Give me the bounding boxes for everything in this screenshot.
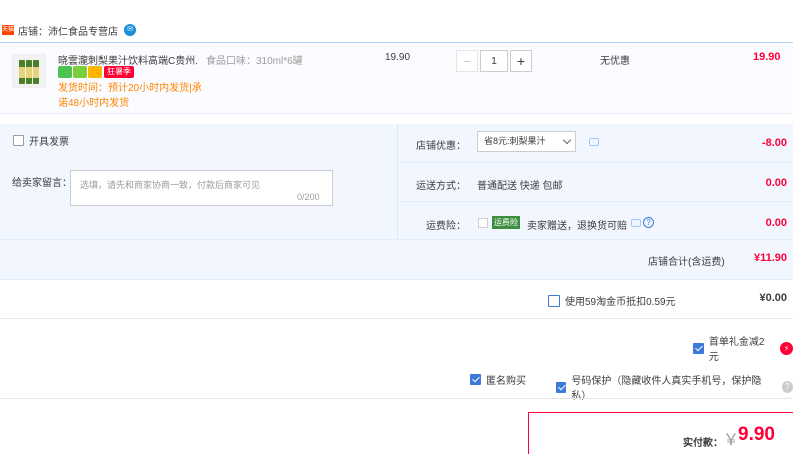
decrease-quantity-button[interactable]: − bbox=[456, 50, 478, 72]
row-divider bbox=[397, 162, 793, 163]
shipping-method: 普通配送 快递 包邮 bbox=[477, 181, 563, 192]
shop-discount-select[interactable]: 省8元:刺梨果汁 bbox=[477, 131, 576, 152]
quantity-input[interactable] bbox=[480, 50, 508, 72]
shipping-amount: 0.00 bbox=[765, 177, 787, 189]
unit-price: 19.90 bbox=[385, 52, 411, 63]
chevron-down-icon bbox=[562, 135, 572, 145]
insurance-badge: 运费险 bbox=[492, 216, 520, 229]
payment-currency: ￥ bbox=[723, 432, 740, 449]
taojinbi-option[interactable]: 使用59淘金币抵扣0.59元 bbox=[548, 293, 676, 308]
help-icon[interactable]: ? bbox=[643, 217, 654, 228]
lightning-icon: ⚡ bbox=[780, 341, 793, 355]
comment-icon[interactable] bbox=[589, 138, 599, 146]
shop-discount-label: 店铺优惠： bbox=[416, 141, 466, 152]
promo-badge: 狂暑季 bbox=[104, 66, 134, 78]
item-discount: 无优惠 bbox=[600, 56, 630, 67]
guarantee-icon bbox=[73, 66, 87, 78]
coins-amount: ¥0.00 bbox=[759, 292, 787, 304]
insurance-label: 运费险： bbox=[426, 221, 466, 232]
tmall-badge: 天猫 bbox=[2, 25, 15, 35]
invoice-option[interactable]: 开具发票 bbox=[13, 133, 69, 148]
shop-label: 店铺： bbox=[18, 26, 48, 38]
item-total-price: 19.90 bbox=[753, 51, 781, 63]
coins-checkbox[interactable] bbox=[548, 294, 560, 307]
payment-label: 实付款： bbox=[683, 438, 723, 449]
anonymous-checkbox[interactable] bbox=[470, 374, 481, 385]
shop-discount-amount: -8.00 bbox=[761, 137, 787, 149]
chat-bubble-icon[interactable]: ✉ bbox=[124, 24, 136, 36]
panel-divider bbox=[397, 124, 398, 239]
insurance-desc: 卖家赠送，退换货可赔 bbox=[527, 221, 627, 232]
insurance-checkbox[interactable] bbox=[478, 218, 488, 228]
comment-icon[interactable] bbox=[631, 219, 641, 227]
coins-label: 使用59淘金币抵扣0.59元 bbox=[565, 297, 676, 308]
anonymous-label: 匿名购买 bbox=[486, 376, 526, 387]
ship-time-note: 发货时间：预计20小时内发货|承诺48小时内发货 bbox=[58, 83, 202, 109]
message-label: 给卖家留言： bbox=[12, 178, 72, 189]
quantity-stepper: − + bbox=[456, 50, 532, 72]
first-order-gift-option[interactable]: 首单礼金减2元 ⚡ bbox=[693, 333, 793, 363]
seven-day-return-icon bbox=[58, 66, 72, 78]
payment-amount: 9.90 bbox=[738, 424, 775, 445]
invoice-label: 开具发票 bbox=[29, 137, 69, 148]
privacy-checkbox[interactable] bbox=[556, 381, 567, 393]
shop-discount-selected: 省8元:刺梨果汁 bbox=[484, 136, 546, 146]
invoice-checkbox[interactable] bbox=[13, 135, 24, 146]
anonymous-purchase-option[interactable]: 匿名购买 bbox=[470, 372, 526, 387]
first-order-checkbox[interactable] bbox=[693, 342, 704, 354]
shop-total-label: 店铺合计(含运费) bbox=[648, 257, 725, 268]
service-tags: 狂暑季 bbox=[58, 66, 134, 78]
message-placeholder: 选填，请先和商家协商一致，付款后商家可见 bbox=[80, 180, 261, 190]
help-icon[interactable]: ? bbox=[781, 381, 793, 393]
row-divider bbox=[0, 239, 793, 240]
section-divider bbox=[0, 318, 793, 319]
shipping-label: 运送方式： bbox=[416, 181, 466, 192]
product-title-link[interactable]: 晓雲瀧刺梨果汁饮料高端C贵州... bbox=[58, 52, 198, 67]
credit-card-icon bbox=[88, 66, 102, 78]
row-divider bbox=[397, 201, 793, 202]
product-sku: 食品口味：310ml*6罐 bbox=[206, 56, 303, 67]
shop-name-link[interactable]: 沛仁食品专营店 bbox=[48, 23, 118, 38]
section-divider bbox=[0, 398, 793, 399]
first-order-label: 首单礼金减2元 bbox=[708, 337, 765, 363]
product-thumbnail[interactable] bbox=[12, 54, 46, 88]
insurance-amount: 0.00 bbox=[765, 217, 787, 229]
increase-quantity-button[interactable]: + bbox=[510, 50, 532, 72]
shop-header: 天猫 店铺： 沛仁食品专营店 ✉ bbox=[0, 18, 793, 42]
message-char-count: 0/200 bbox=[297, 192, 320, 202]
shop-total-amount: ¥11.90 bbox=[753, 252, 787, 264]
